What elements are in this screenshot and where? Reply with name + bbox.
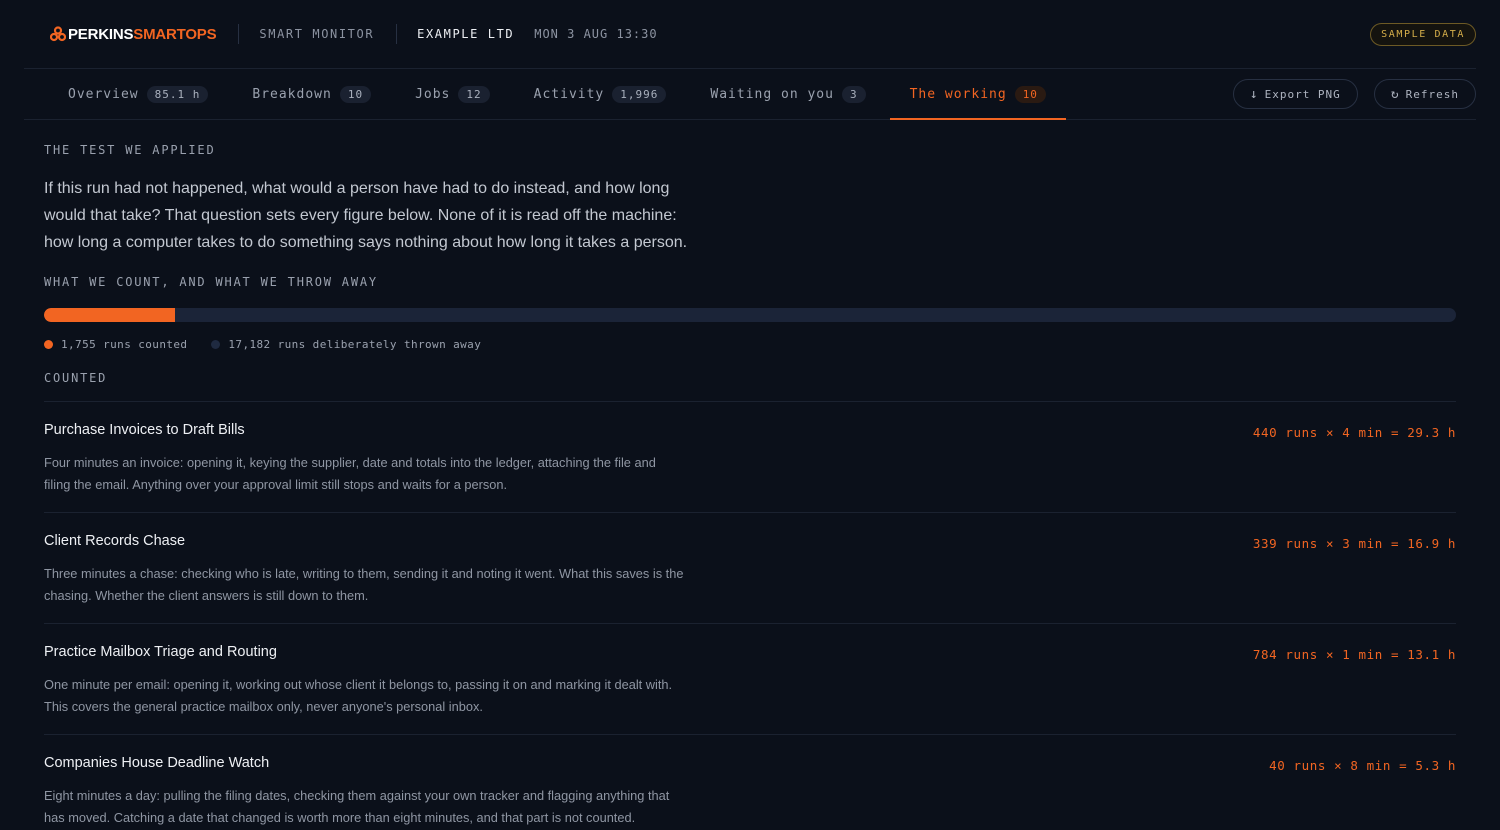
brand-name-part2: SMARTOPS (133, 25, 217, 43)
main-content: THE TEST WE APPLIED If this run had not … (44, 120, 1456, 830)
test-description: If this run had not happened, what would… (44, 180, 688, 251)
brand-name-part1: PERKINS (68, 25, 134, 43)
sample-data-badge: SAMPLE DATA (1370, 22, 1476, 46)
tab-count: 3 (841, 85, 866, 103)
export-png-label: Export PNG (1264, 87, 1341, 101)
tab-overview[interactable]: Overview 85.1 h (48, 69, 228, 119)
job-calculation: 440 runs × 4 min = 29.3 h (1252, 425, 1456, 440)
product-name: SMART MONITOR (259, 27, 375, 41)
job-description: Eight minutes a day: pulling the filing … (44, 788, 670, 825)
legend-counted: 1,755 runs counted (44, 338, 187, 351)
header-divider (396, 24, 398, 44)
job-calculation: 40 runs × 8 min = 5.3 h (1269, 758, 1456, 773)
counted-heading: COUNTED (44, 371, 108, 385)
counted-vs-discarded-bar (44, 308, 1456, 322)
legend-discarded-text: 17,182 runs deliberately thrown away (228, 338, 482, 351)
tab-label: The working (909, 86, 1007, 102)
refresh-button[interactable]: ↻ Refresh (1373, 79, 1476, 109)
bar-legend: 1,755 runs counted 17,182 runs deliberat… (44, 338, 1456, 351)
tab-label: Activity (533, 86, 605, 102)
company-name: EXAMPLE LTD (417, 27, 515, 41)
counted-dot-icon (44, 340, 53, 349)
job-title: Companies House Deadline Watch (44, 755, 270, 771)
job-title: Practice Mailbox Triage and Routing (44, 644, 277, 660)
job-title: Client Records Chase (44, 533, 186, 549)
tab-count: 10 (339, 85, 372, 103)
job-calculation: 784 runs × 1 min = 13.1 h (1252, 647, 1456, 662)
list-item: Purchase Invoices to Draft Bills 440 run… (44, 402, 1456, 513)
job-description: One minute per email: opening it, workin… (44, 677, 673, 714)
brand-mark-icon (50, 26, 66, 42)
brand-name: PERKINSSMARTOPS (68, 25, 217, 43)
tab-label: Jobs (415, 86, 451, 102)
legend-counted-text: 1,755 runs counted (61, 338, 188, 351)
tab-jobs[interactable]: Jobs 12 (395, 69, 510, 119)
tab-label: Overview (68, 86, 139, 102)
list-item: Companies House Deadline Watch 40 runs ×… (44, 735, 1456, 830)
tab-activity[interactable]: Activity 1,996 (514, 69, 687, 119)
job-title: Purchase Invoices to Draft Bills (44, 422, 245, 438)
list-item: Practice Mailbox Triage and Routing 784 … (44, 624, 1456, 735)
test-section-heading: THE TEST WE APPLIED (44, 143, 216, 157)
discarded-dot-icon (211, 340, 221, 349)
tab-count: 1,996 (612, 85, 667, 103)
counted-bar-fill (44, 308, 175, 322)
legend-discarded: 17,182 runs deliberately thrown away (211, 338, 481, 351)
header-divider (238, 24, 240, 44)
list-item: Client Records Chase 339 runs × 3 min = … (44, 513, 1456, 624)
count-section-heading: WHAT WE COUNT, AND WHAT WE THROW AWAY (44, 275, 378, 289)
top-header: PERKINSSMARTOPS SMART MONITOR EXAMPLE LT… (24, 0, 1476, 69)
export-png-button[interactable]: ↓ Export PNG (1232, 79, 1358, 109)
counted-list: Purchase Invoices to Draft Bills 440 run… (44, 401, 1456, 830)
download-arrow-icon: ↓ (1249, 86, 1259, 102)
tab-waiting-on-you[interactable]: Waiting on you 3 (690, 69, 885, 119)
current-datetime: MON 3 AUG 13:30 (534, 27, 658, 41)
tab-count: 85.1 h (146, 85, 209, 103)
brand-logo[interactable]: PERKINSSMARTOPS (50, 25, 217, 43)
tab-bar: Overview 85.1 h Breakdown 10 Jobs 12 Act… (24, 69, 1476, 120)
tab-count: 12 (458, 85, 490, 103)
app-root: PERKINSSMARTOPS SMART MONITOR EXAMPLE LT… (0, 0, 1500, 830)
refresh-icon: ↻ (1390, 86, 1400, 102)
job-calculation: 339 runs × 3 min = 16.9 h (1252, 536, 1456, 551)
tab-label: Breakdown (252, 86, 332, 102)
refresh-label: Refresh (1405, 87, 1459, 101)
tab-actions: ↓ Export PNG ↻ Refresh (1232, 69, 1476, 119)
job-description: Three minutes a chase: checking who is l… (44, 566, 684, 603)
job-description: Four minutes an invoice: opening it, key… (44, 455, 656, 492)
tab-count: 10 (1014, 85, 1046, 103)
tab-label: Waiting on you (710, 86, 834, 102)
tab-the-working[interactable]: The working 10 (889, 69, 1067, 120)
tab-breakdown[interactable]: Breakdown 10 (232, 69, 391, 119)
